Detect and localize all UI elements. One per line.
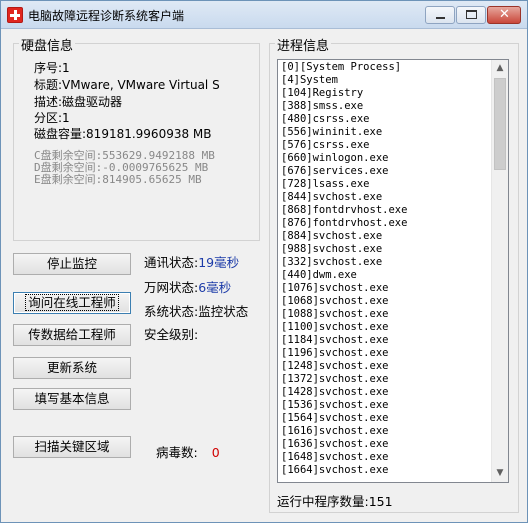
disk-capacity: 磁盘容量:819181.9960938 MB <box>34 127 212 141</box>
process-list-item[interactable]: [1536]svchost.exe <box>281 399 491 412</box>
net-status-value: 6毫秒 <box>198 280 232 295</box>
disk-label: 标题:VMware, VMware Virtual S <box>34 78 220 92</box>
stop-monitor-button[interactable]: 停止监控 <box>13 253 131 275</box>
process-list: [0][System Process] [4]System [104]Registr… <box>281 61 491 477</box>
scroll-down-arrow-icon[interactable]: ▼ <box>492 465 508 482</box>
minimize-icon <box>436 17 445 19</box>
process-list-item[interactable]: [1184]svchost.exe <box>281 334 491 347</box>
process-list-item[interactable]: [1088]svchost.exe <box>281 308 491 321</box>
ask-engineer-button[interactable]: 询问在线工程师 <box>13 292 131 314</box>
running-count-label: 运行中程序数量: <box>277 494 369 509</box>
process-list-item[interactable]: [1616]svchost.exe <box>281 425 491 438</box>
net-status: 万网状态:6毫秒 <box>144 277 231 296</box>
process-list-item[interactable]: [1636]svchost.exe <box>281 438 491 451</box>
scan-key-area-button[interactable]: 扫描关键区域 <box>13 436 131 458</box>
system-status: 系统状态:监控状态 <box>144 301 248 320</box>
window-title: 电脑故障远程诊断系统客户端 <box>28 9 185 23</box>
process-list-item[interactable]: [0][System Process] <box>281 61 491 74</box>
process-list-item[interactable]: [876]fontdrvhost.exe <box>281 217 491 230</box>
fill-info-button[interactable]: 填写基本信息 <box>13 388 131 410</box>
process-list-item[interactable]: [660]winlogon.exe <box>281 152 491 165</box>
maximize-button[interactable] <box>456 6 486 24</box>
process-list-item[interactable]: [884]svchost.exe <box>281 230 491 243</box>
close-icon: ✕ <box>499 7 510 22</box>
stop-monitor-label: 停止监控 <box>46 256 97 271</box>
process-list-item[interactable]: [1564]svchost.exe <box>281 412 491 425</box>
process-list-item[interactable]: [1428]svchost.exe <box>281 386 491 399</box>
process-list-item[interactable]: [988]svchost.exe <box>281 243 491 256</box>
minimize-button[interactable] <box>425 6 455 24</box>
comm-status-label: 通讯状态: <box>144 255 199 270</box>
close-button[interactable]: ✕ <box>487 6 521 24</box>
system-status-value: 监控状态 <box>198 304 249 319</box>
virus-count: 病毒数: 0 <box>156 442 220 461</box>
app-red-cross-icon <box>7 7 23 23</box>
send-data-label: 传数据给工程师 <box>28 327 116 342</box>
process-list-item[interactable]: [676]services.exe <box>281 165 491 178</box>
process-info-legend: 进程信息 <box>275 35 332 54</box>
process-list-item[interactable]: [844]svchost.exe <box>281 191 491 204</box>
security-level: 安全级别: <box>144 324 198 343</box>
system-status-label: 系统状态: <box>144 304 199 319</box>
main-window: 电脑故障远程诊断系统客户端 ✕ 硬盘信息 序号:1 标题:VMware, VMw… <box>0 0 528 523</box>
process-list-item[interactable]: [1068]svchost.exe <box>281 295 491 308</box>
process-list-item[interactable]: [556]wininit.exe <box>281 126 491 139</box>
net-status-label: 万网状态: <box>144 280 199 295</box>
process-list-item[interactable]: [1196]svchost.exe <box>281 347 491 360</box>
scan-key-area-label: 扫描关键区域 <box>34 439 110 454</box>
fill-info-label: 填写基本信息 <box>34 391 110 406</box>
maximize-icon <box>466 10 477 19</box>
update-system-label: 更新系统 <box>46 360 97 375</box>
update-system-button[interactable]: 更新系统 <box>13 357 131 379</box>
process-list-item[interactable]: [104]Registry <box>281 87 491 100</box>
virus-count-label: 病毒数: <box>156 445 198 460</box>
process-list-item[interactable]: [440]dwm.exe <box>281 269 491 282</box>
title-bar[interactable]: 电脑故障远程诊断系统客户端 ✕ <box>1 1 527 29</box>
process-list-item[interactable]: [728]lsass.exe <box>281 178 491 191</box>
send-data-button[interactable]: 传数据给工程师 <box>13 324 131 346</box>
process-list-item[interactable]: [576]csrss.exe <box>281 139 491 152</box>
disk-info-legend: 硬盘信息 <box>19 35 76 54</box>
running-program-count: 运行中程序数量:151 <box>277 491 393 510</box>
process-list-item[interactable]: [4]System <box>281 74 491 87</box>
scrollbar-thumb[interactable] <box>494 78 506 170</box>
process-list-item[interactable]: [1248]svchost.exe <box>281 360 491 373</box>
disk-seq: 序号:1 <box>34 61 70 75</box>
ask-engineer-label: 询问在线工程师 <box>25 294 119 311</box>
process-list-item[interactable]: [388]smss.exe <box>281 100 491 113</box>
process-list-item[interactable]: [1648]svchost.exe <box>281 451 491 464</box>
process-list-item[interactable]: [1372]svchost.exe <box>281 373 491 386</box>
process-scrollbar[interactable]: ▲ ▼ <box>491 60 508 482</box>
comm-status: 通讯状态:19毫秒 <box>144 252 239 271</box>
security-level-label: 安全级别: <box>144 327 199 342</box>
virus-count-value: 0 <box>211 445 220 460</box>
process-list-item[interactable]: [480]csrss.exe <box>281 113 491 126</box>
process-list-item[interactable]: [868]fontdrvhost.exe <box>281 204 491 217</box>
running-count-value: 151 <box>368 494 393 509</box>
disk-partition: 分区:1 <box>34 111 70 125</box>
process-list-item[interactable]: [1100]svchost.exe <box>281 321 491 334</box>
process-list-item[interactable]: [1076]svchost.exe <box>281 282 491 295</box>
process-list-item[interactable]: [1664]svchost.exe <box>281 464 491 477</box>
disk-description: 描述:磁盘驱动器 <box>34 95 123 109</box>
comm-status-value: 19毫秒 <box>198 255 240 270</box>
disk-free-e: E盘剩余空间:814905.65625 MB <box>34 173 202 186</box>
process-listbox[interactable]: [0][System Process] [4]System [104]Registr… <box>277 59 509 483</box>
scroll-up-arrow-icon[interactable]: ▲ <box>492 60 508 77</box>
process-list-item[interactable]: [332]svchost.exe <box>281 256 491 269</box>
